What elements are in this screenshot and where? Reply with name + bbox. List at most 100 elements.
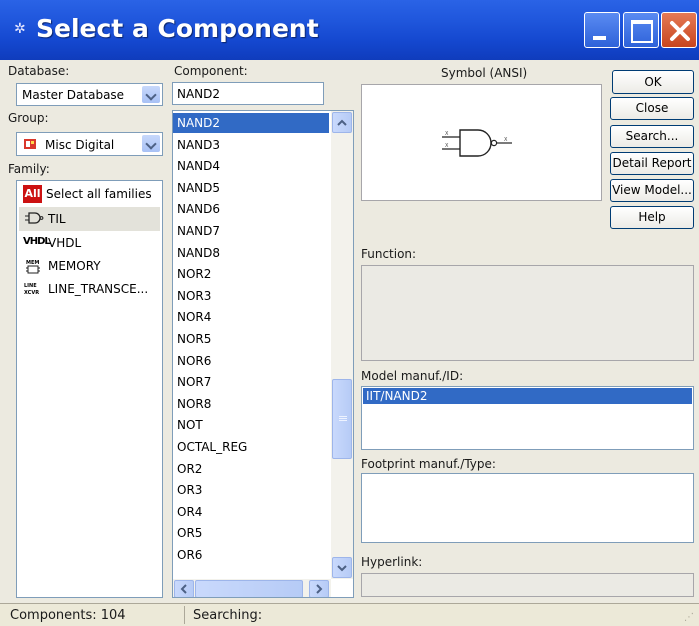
component-list-item[interactable]: NAND6 xyxy=(173,199,329,219)
component-item-label: NOR5 xyxy=(177,332,212,346)
scroll-right-button[interactable] xyxy=(309,580,329,597)
component-list-item[interactable]: NOR5 xyxy=(173,329,329,349)
model-selected-text: IIT/NAND2 xyxy=(366,389,428,403)
scroll-down-button[interactable] xyxy=(332,557,352,578)
scroll-up-button[interactable] xyxy=(332,112,352,133)
component-list-item[interactable]: NAND5 xyxy=(173,178,329,198)
status-components-count: Components: 104 xyxy=(10,608,126,623)
component-list[interactable]: NAND2 NAND3 NAND4 NAND5 NAND6 NAND7 NAND8 NOR2 N… xyxy=(172,110,354,598)
component-list-item[interactable]: NOR8 xyxy=(173,394,329,414)
minimize-button[interactable] xyxy=(584,12,620,48)
family-item-label: Select all families xyxy=(46,187,152,201)
memory-icon: MEM xyxy=(25,258,41,274)
svg-text:XCVR: XCVR xyxy=(24,290,39,296)
family-item-label: TIL xyxy=(48,212,66,226)
close-button[interactable]: Close xyxy=(610,97,694,120)
group-select[interactable]: Misc Digital xyxy=(16,132,163,156)
component-list-item[interactable]: OR2 xyxy=(173,459,329,479)
family-item-label: VHDL xyxy=(48,236,82,250)
component-item-label: OR2 xyxy=(177,461,203,476)
chevron-right-icon xyxy=(316,584,323,594)
line-transceiver-icon: LINE XCVR xyxy=(24,282,40,296)
family-item-til[interactable]: TIL xyxy=(19,207,160,231)
close-icon xyxy=(670,21,690,41)
family-item-memory[interactable]: MEM MEMORY xyxy=(19,255,160,277)
help-button[interactable]: Help xyxy=(610,206,694,229)
component-list-item[interactable]: NAND4 xyxy=(173,156,329,176)
vhdl-icon: VHDL xyxy=(23,236,51,247)
component-list-item[interactable]: OR5 xyxy=(173,523,329,543)
resize-grip-icon[interactable]: ⋰ xyxy=(684,612,694,623)
component-item-label: OCTAL_REG xyxy=(177,440,248,454)
family-list[interactable]: All Select all families TIL VHDL VHDL ME… xyxy=(16,180,163,598)
component-list-item[interactable]: NAND8 xyxy=(173,243,329,263)
close-window-button[interactable] xyxy=(661,12,697,48)
component-list-item[interactable]: NAND7 xyxy=(173,221,329,241)
title-bar[interactable]: ✲ Select a Component xyxy=(0,0,699,60)
maximize-button[interactable] xyxy=(623,12,659,48)
family-item-label: MEMORY xyxy=(48,259,101,273)
horizontal-scrollbar[interactable] xyxy=(173,579,331,597)
component-item-label: NAND6 xyxy=(177,202,221,217)
component-item-label: OR6 xyxy=(177,548,203,562)
component-list-item[interactable]: NOR3 xyxy=(173,286,329,306)
component-label: Component: xyxy=(174,64,248,78)
horizontal-scroll-thumb[interactable] xyxy=(195,580,303,597)
scroll-thumb[interactable] xyxy=(332,379,352,459)
symbol-preview: X X X xyxy=(361,84,602,201)
svg-text:LINE: LINE xyxy=(24,283,37,289)
svg-text:X: X xyxy=(445,131,449,137)
search-button[interactable]: Search... xyxy=(610,125,694,148)
scroll-left-button[interactable] xyxy=(174,580,194,597)
detail-report-button[interactable]: Detail Report xyxy=(610,152,694,175)
component-list-item[interactable]: OR6 xyxy=(173,545,329,565)
component-search-input[interactable]: NAND2 xyxy=(172,82,324,105)
component-list-item[interactable]: NOR2 xyxy=(173,264,329,284)
vertical-scrollbar[interactable] xyxy=(331,111,353,579)
function-box xyxy=(361,265,694,361)
chevron-down-icon[interactable] xyxy=(142,86,160,103)
component-item-label: NOT xyxy=(177,418,203,433)
app-icon: ✲ xyxy=(14,21,26,37)
component-list-item[interactable]: OR4 xyxy=(173,502,329,522)
database-value: Master Database xyxy=(22,88,125,102)
component-item-label: NOR4 xyxy=(177,310,212,325)
footprint-list[interactable] xyxy=(361,473,694,543)
component-list-item[interactable]: NOR7 xyxy=(173,372,329,392)
component-item-label: NOR7 xyxy=(177,375,212,390)
component-item-label: OR4 xyxy=(177,504,203,519)
component-item-label: OR3 xyxy=(177,483,203,498)
component-list-item[interactable]: NAND2 xyxy=(173,113,329,133)
model-list[interactable]: IIT/NAND2 xyxy=(361,386,694,450)
component-item-label: NAND5 xyxy=(177,180,221,195)
family-item-vhdl[interactable]: VHDL VHDL xyxy=(19,232,160,254)
component-list-item[interactable]: OR3 xyxy=(173,480,329,500)
component-item-label: NAND2 xyxy=(177,116,221,130)
component-item-label: NAND7 xyxy=(177,224,221,238)
family-label: Family: xyxy=(8,162,50,176)
component-list-item[interactable]: NOR4 xyxy=(173,307,329,327)
dialog-body: Database: Master Database Group: Misc Di… xyxy=(0,60,699,603)
database-select[interactable]: Master Database xyxy=(16,83,163,106)
status-divider xyxy=(184,606,185,624)
family-item-line-transceiver[interactable]: LINE XCVR LINE_TRANSCE... xyxy=(19,278,160,300)
component-item-label: NAND3 xyxy=(177,137,221,152)
view-model-button[interactable]: View Model... xyxy=(610,179,694,202)
nand-gate-icon: X X X xyxy=(442,129,512,157)
component-item-label: NOR6 xyxy=(177,353,212,368)
ok-button[interactable]: OK xyxy=(612,70,694,94)
component-item-label: OR5 xyxy=(177,526,203,541)
family-item-label: LINE_TRANSCE... xyxy=(48,282,149,296)
chevron-down-icon xyxy=(337,565,347,572)
component-list-item[interactable]: NAND3 xyxy=(173,135,329,155)
model-selected-row[interactable]: IIT/NAND2 xyxy=(363,388,692,404)
gate-icon xyxy=(25,211,45,225)
family-item-select-all[interactable]: All Select all families xyxy=(19,183,160,206)
chevron-up-icon xyxy=(337,119,347,126)
chevron-down-icon[interactable] xyxy=(142,135,160,152)
component-list-item[interactable]: NOT xyxy=(173,415,329,435)
component-list-item[interactable]: OCTAL_REG xyxy=(173,437,329,457)
function-label: Function: xyxy=(361,247,417,261)
svg-text:X: X xyxy=(445,143,449,149)
component-list-item[interactable]: NOR6 xyxy=(173,351,329,371)
